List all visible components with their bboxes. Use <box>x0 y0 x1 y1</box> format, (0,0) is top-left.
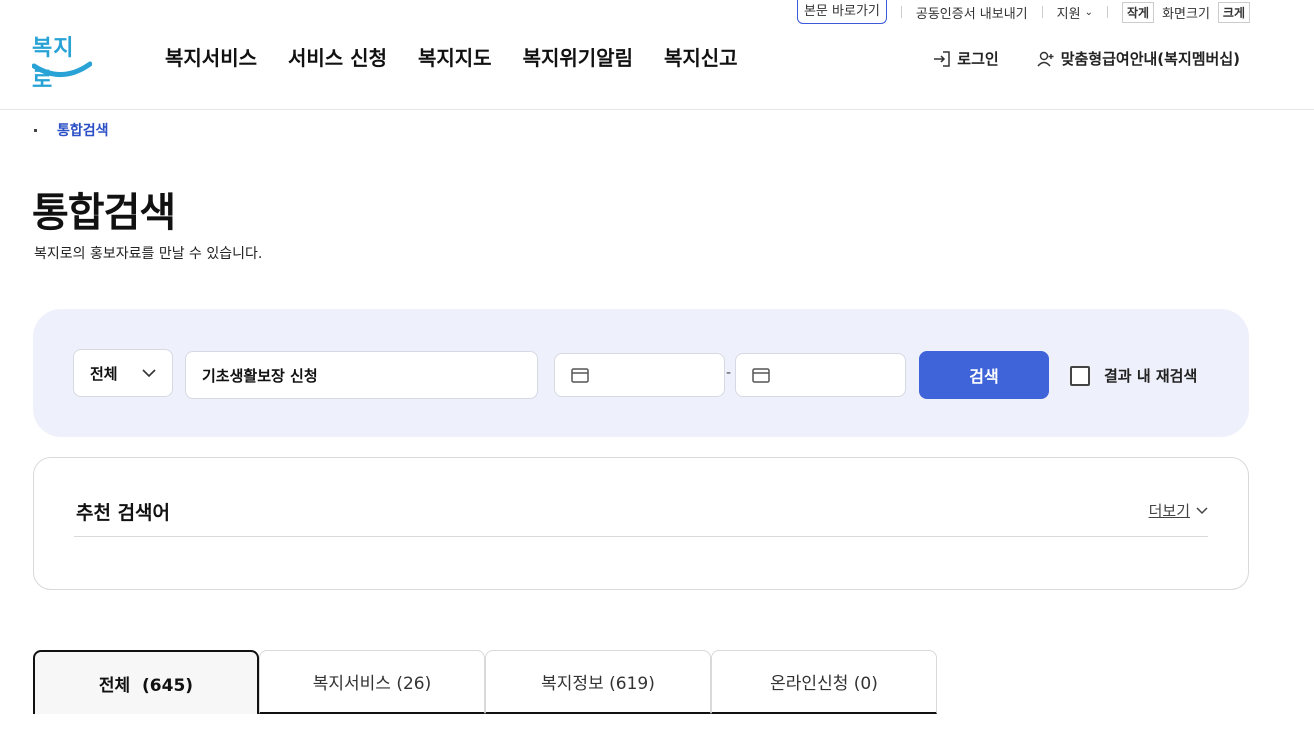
chevron-down-icon <box>142 369 156 377</box>
font-small-button[interactable]: 작게 <box>1121 1 1155 23</box>
logo-smile-icon <box>32 61 92 77</box>
nav-welfare-map[interactable]: 복지지도 <box>418 42 492 71</box>
membership-link[interactable]: 맞춤형급여안내(복지멤버십) <box>1037 48 1240 69</box>
more-label: 더보기 <box>1148 502 1190 520</box>
main-nav: 복지서비스 서비스 신청 복지지도 복지위기알림 복지신고 <box>165 42 738 71</box>
divider <box>1106 6 1108 18</box>
calendar-icon[interactable] <box>752 367 770 383</box>
checkbox-box[interactable] <box>1070 365 1090 386</box>
header-actions: 로그인 맞춤형급여안내(복지멤버십) <box>933 48 1240 69</box>
page-title: 통합검색 <box>32 190 176 236</box>
chevron-down-icon <box>1196 506 1208 514</box>
search-button[interactable]: 검색 <box>919 351 1049 399</box>
breadcrumb-current[interactable]: 통합검색 <box>57 120 109 140</box>
tab-welfare-info[interactable]: 복지정보 (619) <box>485 650 711 714</box>
bullet-icon <box>34 128 37 132</box>
nav-service-apply[interactable]: 서비스 신청 <box>288 42 387 71</box>
font-large-button[interactable]: 크게 <box>1217 1 1250 23</box>
divider <box>74 536 1208 537</box>
search-panel: 전체 - 검색 결과 내 재검색 <box>33 309 1249 437</box>
nav-report[interactable]: 복지신고 <box>664 42 738 71</box>
more-button[interactable]: 더보기 <box>1149 500 1208 521</box>
page-subtitle: 복지로의 홍보자료를 만날 수 있습니다. <box>34 246 263 262</box>
recommended-keywords-panel: 추천 검색어 더보기 <box>33 457 1249 590</box>
login-icon <box>934 50 951 67</box>
search-input[interactable] <box>185 351 538 399</box>
tab-all[interactable]: 전체 (645) <box>33 650 259 714</box>
support-label: 지원 <box>1056 6 1081 22</box>
utility-bar: 본문 바로가기 공동인증서 내보내기 지원 ⌄ 작게 화면크기 크게 <box>796 0 1250 24</box>
skip-to-content-link[interactable]: 본문 바로가기 <box>796 0 887 24</box>
date-separator: - <box>726 365 732 381</box>
search-within-label: 결과 내 재검색 <box>1104 367 1198 385</box>
result-tabs: 전체 (645) 복지서비스 (26) 복지정보 (619) 온라인신청 (0) <box>33 650 937 714</box>
breadcrumb: 통합검색 <box>34 120 109 140</box>
nav-welfare-service[interactable]: 복지서비스 <box>165 42 257 71</box>
search-within-checkbox[interactable]: 결과 내 재검색 <box>1070 365 1197 386</box>
end-date-input[interactable] <box>735 353 906 397</box>
login-label: 로그인 <box>957 50 999 68</box>
divider <box>900 6 902 18</box>
recommended-title: 추천 검색어 <box>76 502 171 524</box>
support-menu[interactable]: 지원 ⌄ <box>1057 3 1093 22</box>
site-header: 복지로 복지서비스 서비스 신청 복지지도 복지위기알림 복지신고 로그인 맞춤… <box>0 24 1314 110</box>
scope-select[interactable]: 전체 <box>73 349 173 397</box>
chevron-down-icon: ⌄ <box>1084 6 1093 18</box>
site-logo[interactable]: 복지로 <box>32 30 92 93</box>
scope-value: 전체 <box>90 364 118 383</box>
user-add-icon <box>1037 51 1054 66</box>
start-date-input[interactable] <box>554 353 725 397</box>
font-size-label: 화면크기 <box>1162 6 1210 22</box>
cert-export-link[interactable]: 공동인증서 내보내기 <box>916 3 1028 22</box>
nav-crisis-alert[interactable]: 복지위기알림 <box>523 42 633 71</box>
membership-label: 맞춤형급여안내(복지멤버십) <box>1060 50 1240 68</box>
tab-online-apply[interactable]: 온라인신청 (0) <box>711 650 937 714</box>
divider <box>1041 6 1043 18</box>
login-link[interactable]: 로그인 <box>933 48 999 69</box>
tab-welfare-service[interactable]: 복지서비스 (26) <box>259 650 485 714</box>
calendar-icon[interactable] <box>571 367 589 383</box>
